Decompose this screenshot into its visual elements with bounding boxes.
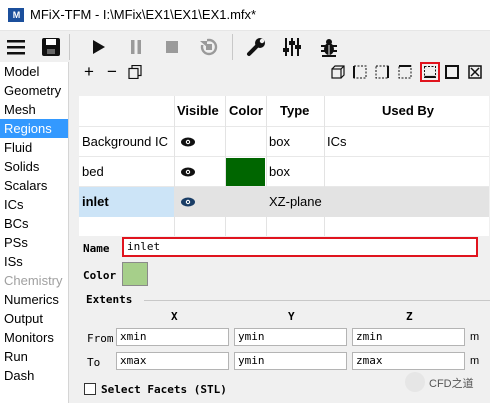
mfix-logo-icon: M bbox=[8, 8, 24, 22]
color-picker-button[interactable] bbox=[122, 262, 148, 286]
table-row[interactable]: Background IC box ICs bbox=[79, 126, 489, 157]
sidebar-item-bcs[interactable]: BCs bbox=[0, 214, 68, 233]
run-icon[interactable] bbox=[86, 34, 112, 60]
axis-header-x: X bbox=[171, 310, 178, 323]
select-facets-checkbox[interactable] bbox=[84, 383, 96, 395]
stop-icon[interactable] bbox=[159, 34, 185, 60]
sidebar-item-monitors[interactable]: Monitors bbox=[0, 328, 68, 347]
y-min-field[interactable]: ymin bbox=[234, 328, 347, 346]
watermark-text: CFD之道 bbox=[429, 378, 474, 390]
color-label: Color bbox=[83, 269, 117, 282]
y-max-field[interactable]: ymin bbox=[234, 352, 347, 370]
sidebar-item-geometry[interactable]: Geometry bbox=[0, 81, 68, 100]
sidebar-item-pss[interactable]: PSs bbox=[0, 233, 68, 252]
select-facets-label: Select Facets (STL) bbox=[101, 383, 227, 396]
reset-icon[interactable] bbox=[196, 34, 222, 60]
eye-icon[interactable] bbox=[180, 127, 196, 157]
wechat-logo-icon bbox=[405, 372, 425, 392]
sidebar-item-solids[interactable]: Solids bbox=[0, 157, 68, 176]
column-header-type[interactable]: Type bbox=[280, 96, 309, 126]
region-type: box bbox=[269, 164, 290, 179]
from-label: From bbox=[87, 332, 114, 345]
sidebar-item-ics[interactable]: ICs bbox=[0, 195, 68, 214]
region-name-input[interactable]: inlet bbox=[122, 237, 478, 257]
to-label: To bbox=[87, 356, 101, 369]
cube-view-icon[interactable] bbox=[329, 63, 347, 81]
z-min-field[interactable]: zmin bbox=[352, 328, 465, 346]
region-name: inlet bbox=[82, 194, 109, 209]
add-region-button[interactable]: + bbox=[80, 62, 98, 81]
save-icon[interactable] bbox=[38, 34, 64, 60]
to-unit-label: m bbox=[470, 355, 480, 367]
clear-icon[interactable] bbox=[466, 63, 484, 81]
table-row[interactable]: inlet XZ-plane bbox=[79, 186, 489, 217]
from-unit-label: m bbox=[470, 331, 480, 343]
column-header-used-by[interactable]: Used By bbox=[382, 96, 434, 126]
region-type: box bbox=[269, 134, 290, 149]
navigation-sidebar: Model Geometry Mesh Regions Fluid Solids… bbox=[0, 62, 69, 403]
pause-icon[interactable] bbox=[123, 34, 149, 60]
menu-icon[interactable] bbox=[3, 34, 29, 60]
z-max-field[interactable]: zmax bbox=[352, 352, 465, 370]
region-type: XZ-plane bbox=[269, 194, 322, 209]
column-header-visible[interactable]: Visible bbox=[177, 96, 219, 126]
sidebar-item-run[interactable]: Run bbox=[0, 347, 68, 366]
main-toolbar bbox=[0, 31, 490, 62]
debug-bug-icon[interactable] bbox=[316, 34, 342, 60]
title-bar: M MFiX-TFM - I:\MFix\EX1\EX1\EX1.mfx* bbox=[0, 0, 490, 31]
region-name: Background IC bbox=[82, 134, 168, 149]
duplicate-region-icon[interactable] bbox=[126, 63, 144, 81]
sidebar-item-scalars[interactable]: Scalars bbox=[0, 176, 68, 195]
eye-icon[interactable] bbox=[180, 157, 196, 187]
axis-header-y: Y bbox=[288, 310, 295, 323]
box-icon[interactable] bbox=[443, 63, 461, 81]
sidebar-item-fluid[interactable]: Fluid bbox=[0, 138, 68, 157]
eye-icon[interactable] bbox=[180, 187, 196, 217]
sidebar-item-iss[interactable]: ISs bbox=[0, 252, 68, 271]
axis-header-z: Z bbox=[406, 310, 413, 323]
sidebar-item-chemistry: Chemistry bbox=[4, 273, 63, 288]
toolbar-separator bbox=[69, 34, 70, 60]
name-label: Name bbox=[83, 242, 110, 255]
xz-plane-icon[interactable] bbox=[373, 63, 391, 81]
sidebar-item-dash[interactable]: Dash bbox=[0, 366, 68, 385]
region-name: bed bbox=[82, 164, 104, 179]
sidebar-item-output[interactable]: Output bbox=[0, 309, 68, 328]
parameters-sliders-icon[interactable] bbox=[279, 34, 305, 60]
x-max-field[interactable]: xmax bbox=[116, 352, 229, 370]
region-color-swatch[interactable] bbox=[226, 158, 265, 186]
region-details-panel: Name inlet Color Extents X Y Z From xmin… bbox=[79, 236, 490, 403]
column-header-color[interactable]: Color bbox=[229, 96, 263, 126]
stl-icon[interactable] bbox=[420, 62, 440, 82]
toolbar-separator bbox=[232, 34, 233, 60]
x-min-field[interactable]: xmin bbox=[116, 328, 229, 346]
table-row[interactable]: bed box bbox=[79, 156, 489, 187]
sidebar-item-model[interactable]: Model bbox=[0, 62, 68, 81]
sidebar-item-mesh[interactable]: Mesh bbox=[0, 100, 68, 119]
regions-pane: + − Visible Color Type Used By Backgroun… bbox=[70, 62, 490, 403]
window-title: MFiX-TFM - I:\MFix\EX1\EX1\EX1.mfx* bbox=[30, 7, 257, 22]
yz-plane-icon[interactable] bbox=[396, 63, 414, 81]
extents-divider bbox=[144, 300, 490, 301]
region-used-by: ICs bbox=[327, 134, 347, 149]
settings-wrench-icon[interactable] bbox=[243, 34, 269, 60]
sidebar-item-regions[interactable]: Regions bbox=[0, 119, 68, 138]
extents-label: Extents bbox=[86, 293, 133, 306]
xy-plane-icon[interactable] bbox=[351, 63, 369, 81]
remove-region-button[interactable]: − bbox=[103, 62, 121, 81]
sidebar-item-numerics[interactable]: Numerics bbox=[0, 290, 68, 309]
